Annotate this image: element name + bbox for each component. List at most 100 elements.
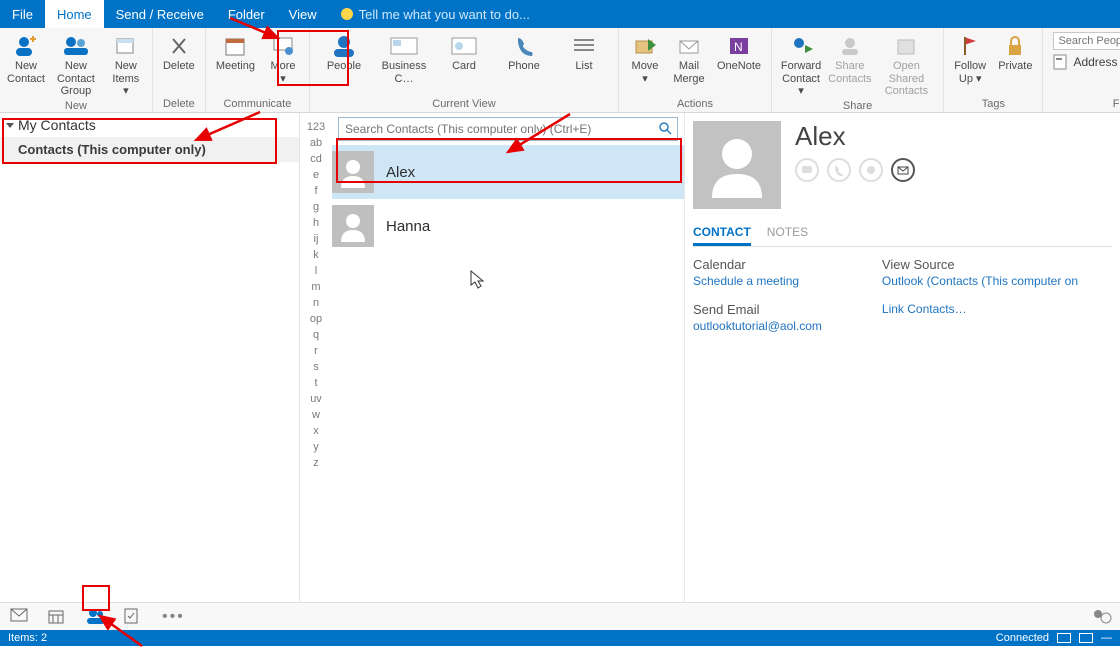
alpha-k[interactable]: k bbox=[313, 249, 319, 261]
sidebar-contacts-this-computer[interactable]: Contacts (This computer only) bbox=[0, 137, 299, 162]
group-communicate-label: Communicate bbox=[212, 98, 303, 112]
mail-merge-button[interactable]: MailMerge bbox=[669, 30, 709, 87]
status-item-count: Items: 2 bbox=[8, 632, 47, 644]
contact-email-link[interactable]: outlooktutorial@aol.com bbox=[693, 319, 822, 333]
list-icon bbox=[570, 32, 598, 60]
alpha-x[interactable]: x bbox=[313, 425, 319, 437]
tab-view[interactable]: View bbox=[277, 0, 329, 28]
view-list-button[interactable]: List bbox=[556, 30, 612, 87]
chat-bubble-icon[interactable] bbox=[795, 158, 819, 182]
follow-up-label: FollowUp ▾ bbox=[954, 60, 986, 85]
alpha-index[interactable]: 123 ab cd efgh ij klmn op qrst uv wxyz bbox=[300, 113, 332, 602]
open-shared-button[interactable]: Open SharedContacts bbox=[876, 30, 938, 100]
tab-notes[interactable]: NOTES bbox=[767, 221, 808, 246]
search-icon[interactable] bbox=[658, 121, 672, 138]
nav-people-icon[interactable] bbox=[86, 608, 104, 626]
nav-more-icon[interactable]: ••• bbox=[162, 608, 185, 626]
view-business-card-button[interactable]: Business C… bbox=[376, 30, 432, 87]
meeting-button[interactable]: Meeting bbox=[212, 30, 259, 87]
view-mode-reading[interactable] bbox=[1079, 633, 1093, 643]
nav-mail-icon[interactable] bbox=[10, 608, 28, 626]
tab-contact[interactable]: CONTACT bbox=[693, 221, 751, 246]
alpha-r[interactable]: r bbox=[314, 345, 318, 357]
onenote-label: OneNote bbox=[717, 60, 761, 73]
onenote-button[interactable]: N OneNote bbox=[713, 30, 765, 87]
meeting-label: Meeting bbox=[216, 60, 255, 73]
view-source-link[interactable]: Outlook (Contacts (This computer on bbox=[882, 274, 1078, 288]
new-contact-label: NewContact bbox=[7, 60, 45, 85]
new-contact-group-button[interactable]: New ContactGroup bbox=[50, 30, 102, 100]
alpha-w[interactable]: w bbox=[312, 409, 320, 421]
forward-icon bbox=[787, 32, 815, 60]
delete-button[interactable]: Delete bbox=[159, 30, 199, 75]
private-button[interactable]: Private bbox=[994, 30, 1036, 87]
alpha-ab[interactable]: ab bbox=[310, 137, 322, 149]
contact-name-heading: Alex bbox=[795, 121, 915, 152]
share-contacts-button[interactable]: ShareContacts bbox=[828, 30, 872, 100]
group-delete-label: Delete bbox=[159, 98, 199, 112]
alpha-m[interactable]: m bbox=[311, 281, 320, 293]
tab-folder[interactable]: Folder bbox=[216, 0, 277, 28]
group-current-view-label: Current View bbox=[316, 98, 612, 112]
tab-send-receive[interactable]: Send / Receive bbox=[104, 0, 216, 28]
alpha-123[interactable]: 123 bbox=[307, 121, 325, 133]
view-list-label: List bbox=[575, 60, 592, 73]
view-people-label: People bbox=[327, 60, 361, 73]
search-contacts-input[interactable] bbox=[338, 117, 678, 141]
alpha-f[interactable]: f bbox=[314, 185, 317, 197]
open-shared-label: Open SharedContacts bbox=[880, 60, 934, 98]
contact-row-hanna[interactable]: Hanna bbox=[332, 199, 684, 253]
view-mode-normal[interactable] bbox=[1057, 633, 1071, 643]
send-email-heading: Send Email bbox=[693, 302, 822, 317]
tab-file[interactable]: File bbox=[0, 0, 45, 28]
alpha-s[interactable]: s bbox=[313, 361, 319, 373]
contact-row-alex[interactable]: Alex bbox=[332, 145, 684, 199]
address-book-icon bbox=[1053, 54, 1069, 70]
view-source-heading: View Source bbox=[882, 257, 1078, 272]
forward-contact-button[interactable]: ForwardContact ▾ bbox=[778, 30, 824, 100]
link-contacts-link[interactable]: Link Contacts… bbox=[882, 302, 967, 316]
more-button[interactable]: More▾ bbox=[263, 30, 303, 87]
schedule-meeting-link[interactable]: Schedule a meeting bbox=[693, 274, 799, 288]
tab-home[interactable]: Home bbox=[45, 0, 104, 28]
alpha-t[interactable]: t bbox=[314, 377, 317, 389]
more-icon bbox=[269, 32, 297, 60]
alpha-e[interactable]: e bbox=[313, 169, 319, 181]
delete-label: Delete bbox=[163, 60, 195, 73]
move-icon bbox=[631, 32, 659, 60]
follow-up-button[interactable]: FollowUp ▾ bbox=[950, 30, 990, 87]
view-phone-button[interactable]: Phone bbox=[496, 30, 552, 87]
move-button[interactable]: Move▾ bbox=[625, 30, 665, 87]
alpha-h[interactable]: h bbox=[313, 217, 319, 229]
view-mode-zoom[interactable]: — bbox=[1101, 632, 1112, 644]
address-book-label: Address Book bbox=[1073, 55, 1120, 69]
view-people-button[interactable]: People bbox=[316, 30, 372, 87]
alpha-uv[interactable]: uv bbox=[310, 393, 322, 405]
alpha-cd[interactable]: cd bbox=[310, 153, 322, 165]
tell-me-search[interactable]: Tell me what you want to do... bbox=[329, 0, 542, 28]
nav-tasks-icon[interactable] bbox=[124, 608, 142, 626]
view-card-button[interactable]: Card bbox=[436, 30, 492, 87]
alpha-n[interactable]: n bbox=[313, 297, 319, 309]
nav-calendar-icon[interactable] bbox=[48, 608, 66, 626]
flag-icon bbox=[956, 32, 984, 60]
alpha-q[interactable]: q bbox=[313, 329, 319, 341]
new-items-button[interactable]: NewItems ▾ bbox=[106, 30, 146, 100]
group-share-label: Share bbox=[778, 100, 937, 114]
alpha-z[interactable]: z bbox=[313, 457, 319, 469]
alpha-y[interactable]: y bbox=[313, 441, 319, 453]
video-bubble-icon[interactable] bbox=[859, 158, 883, 182]
alpha-g[interactable]: g bbox=[313, 201, 319, 213]
email-bubble-icon[interactable] bbox=[891, 158, 915, 182]
search-people-input[interactable] bbox=[1053, 32, 1120, 50]
new-contact-button[interactable]: NewContact bbox=[6, 30, 46, 100]
address-book-button[interactable]: Address Book bbox=[1053, 54, 1120, 70]
alpha-ij[interactable]: ij bbox=[314, 233, 319, 245]
people-view-icon bbox=[330, 32, 358, 60]
my-contacts-header[interactable]: My Contacts bbox=[0, 113, 299, 137]
nav-people-globe-icon[interactable] bbox=[1092, 608, 1110, 626]
alpha-op[interactable]: op bbox=[310, 313, 322, 325]
new-items-icon bbox=[112, 32, 140, 60]
call-bubble-icon[interactable] bbox=[827, 158, 851, 182]
alpha-l[interactable]: l bbox=[315, 265, 317, 277]
